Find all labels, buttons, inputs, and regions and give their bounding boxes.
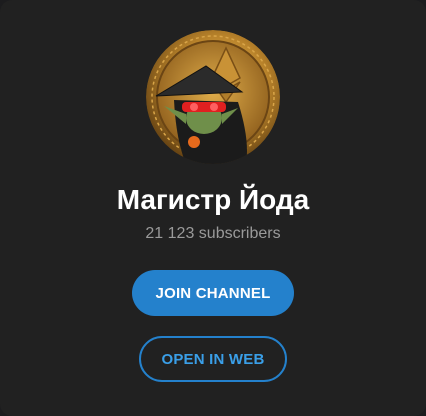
channel-title: Магистр Йода [116, 184, 310, 215]
channel-avatar [146, 30, 280, 164]
join-channel-button[interactable]: JOIN CHANNEL [132, 270, 294, 316]
subscriber-count: 21 123 subscribers [145, 225, 281, 242]
channel-card: Магистр Йода 21 123 subscribers JOIN CHA… [0, 0, 426, 416]
yoda-bitcoin-avatar-icon [146, 30, 280, 164]
open-in-web-button[interactable]: OPEN IN WEB [139, 336, 287, 382]
